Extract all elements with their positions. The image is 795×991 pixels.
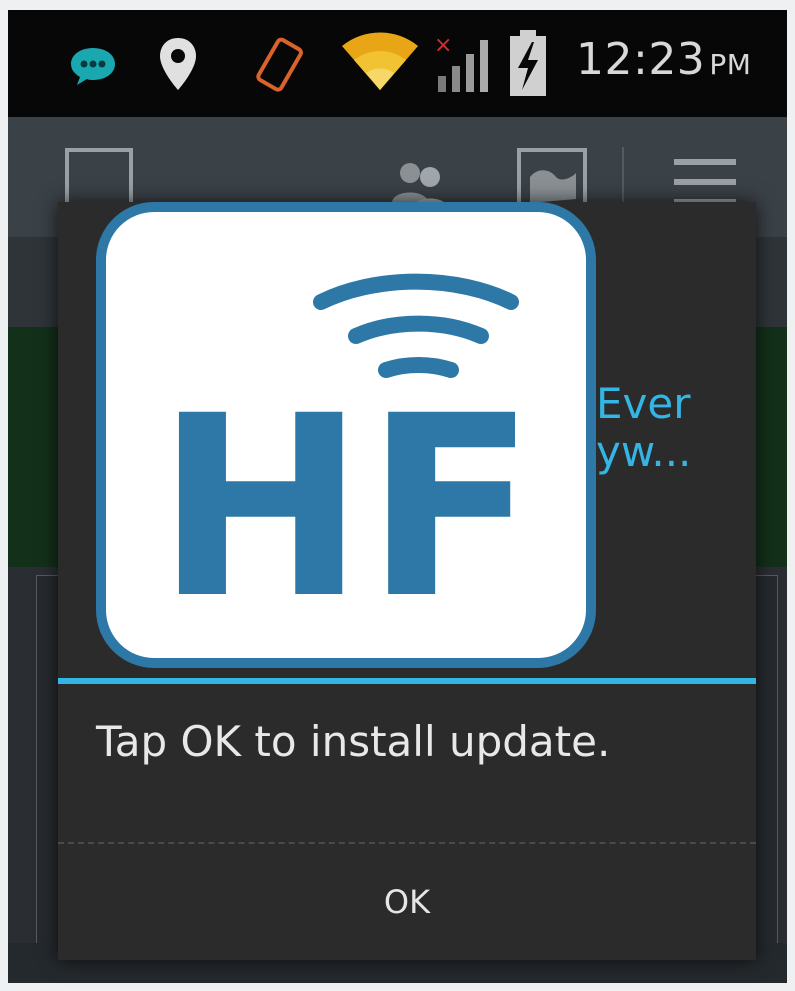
wifi-icon: [342, 32, 418, 90]
screen-edge-left: [0, 0, 8, 991]
screen-edge-top: [0, 0, 795, 10]
clock-ampm: PM: [709, 48, 752, 81]
title-divider: [58, 678, 756, 684]
app-icon: HF: [96, 202, 596, 668]
chat-bubble-icon: [71, 48, 115, 85]
dialog-title-area: HF Ever yw...: [58, 202, 756, 678]
battery-charging-icon: [510, 30, 546, 96]
svg-text:×: ×: [434, 33, 452, 58]
app-icon-text: HF: [156, 362, 536, 653]
screen-rotation-icon: [256, 37, 303, 92]
ok-button[interactable]: OK: [58, 844, 756, 960]
screen-edge-bottom: [0, 983, 795, 991]
screen-edge-right: [787, 0, 795, 991]
update-dialog: HF Ever yw... Tap OK to install update. …: [58, 202, 756, 960]
dialog-title: Ever yw...: [596, 379, 692, 476]
clock-time: 12:23: [576, 34, 706, 85]
signal-no-service-icon: ×: [434, 33, 488, 92]
dialog-message: Tap OK to install update.: [96, 717, 611, 766]
status-clock: 12:23 PM: [576, 34, 751, 85]
status-bar: × 12:23 PM: [8, 10, 787, 117]
hf-logo-icon: HF: [156, 273, 536, 653]
location-pin-icon: [160, 38, 196, 90]
